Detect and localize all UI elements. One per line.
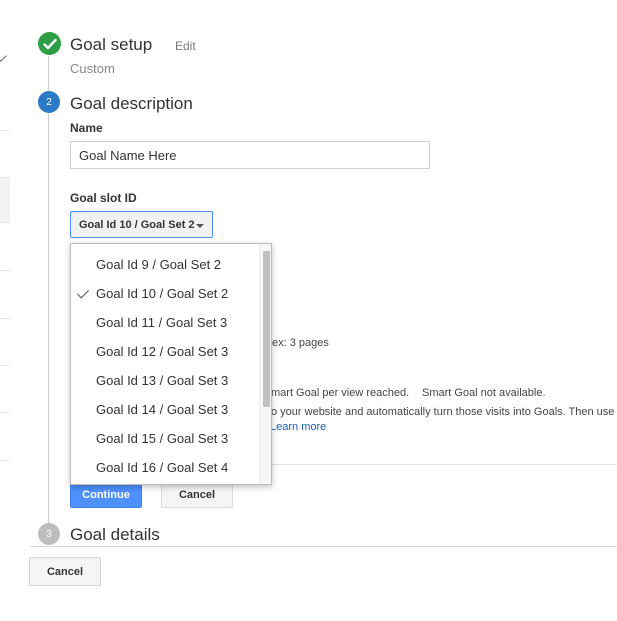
caret-down-icon: [196, 224, 204, 228]
dropdown-scrollbar[interactable]: [259, 244, 271, 484]
dropdown-item-label: Goal Id 10 / Goal Set 2: [96, 286, 229, 301]
learn-more-link[interactable]: Learn more: [270, 421, 326, 433]
goal-type-text: Custom: [70, 61, 115, 76]
cancel-button[interactable]: Cancel: [161, 482, 233, 508]
step-timeline: [48, 56, 49, 526]
goal-details-title: Goal details: [70, 525, 160, 544]
edge-divider: [0, 412, 10, 413]
goal-slot-selected: Goal Id 10 / Goal Set 2: [79, 218, 195, 231]
edge-divider: [0, 460, 10, 461]
dropdown-item-label: Goal Id 9 / Goal Set 2: [96, 257, 222, 272]
smart-goal-unavailable-text: Smart Goal not available.: [422, 387, 546, 399]
scrollbar-thumb[interactable]: [263, 251, 270, 407]
edge-divider: [0, 270, 10, 271]
smart-goal-description: o your website and automatically turn th…: [271, 406, 615, 418]
checkmark-icon: [42, 38, 57, 49]
goal-name-input[interactable]: [70, 141, 430, 169]
goal-description-title: Goal description: [70, 94, 193, 113]
step-complete-icon: [38, 32, 61, 55]
dropdown-item[interactable]: Goal Id 12 / Goal Set 3: [71, 337, 259, 366]
edge-panel: [0, 177, 10, 223]
continue-button[interactable]: Continue: [70, 482, 142, 508]
dropdown-item-label: Goal Id 16 / Goal Set 4: [96, 460, 229, 475]
dropdown-item-label: Goal Id 14 / Goal Set 3: [96, 402, 229, 417]
pages-hint-text: ex: 3 pages: [272, 337, 329, 349]
dropdown-item[interactable]: Goal Id 11 / Goal Set 3: [71, 308, 259, 337]
edge-divider: [0, 318, 10, 319]
dropdown-item-label: Goal Id 11 / Goal Set 3: [96, 315, 228, 330]
dropdown-item[interactable]: Goal Id 15 / Goal Set 3: [71, 424, 259, 453]
dropdown-item[interactable]: Goal Id 16 / Goal Set 4: [71, 453, 259, 482]
dropdown-item-label: Goal Id 12 / Goal Set 3: [96, 344, 229, 359]
goal-setup-title: Goal setup: [70, 35, 153, 54]
goal-slot-select[interactable]: Goal Id 10 / Goal Set 2: [70, 211, 213, 238]
smart-goal-text: mart Goal per view reached.: [271, 387, 410, 399]
goal-slot-dropdown[interactable]: Goal Id 9 / Goal Set 2 Goal Id 10 / Goal…: [70, 243, 272, 485]
edge-divider: [0, 130, 10, 131]
dropdown-item-label: Goal Id 15 / Goal Set 3: [96, 431, 229, 446]
step-2-badge: 2: [38, 91, 60, 113]
dropdown-item-selected[interactable]: Goal Id 10 / Goal Set 2: [71, 279, 259, 308]
goal-slot-label: Goal slot ID: [70, 191, 137, 205]
edge-divider: [0, 365, 10, 366]
footer-divider: [30, 546, 617, 547]
name-label: Name: [70, 121, 103, 135]
cancel-goal-button[interactable]: Cancel: [29, 557, 101, 586]
edit-link[interactable]: Edit: [175, 39, 196, 53]
dropdown-item[interactable]: Goal Id 13 / Goal Set 3: [71, 366, 259, 395]
dropdown-item[interactable]: Goal Id 14 / Goal Set 3: [71, 395, 259, 424]
step-3-badge: 3: [38, 523, 60, 545]
checkmark-icon: [76, 286, 90, 299]
dropdown-item-label: Goal Id 13 / Goal Set 3: [96, 373, 229, 388]
chevron-down-icon[interactable]: [0, 50, 7, 62]
dropdown-item[interactable]: Goal Id 9 / Goal Set 2: [71, 250, 259, 279]
